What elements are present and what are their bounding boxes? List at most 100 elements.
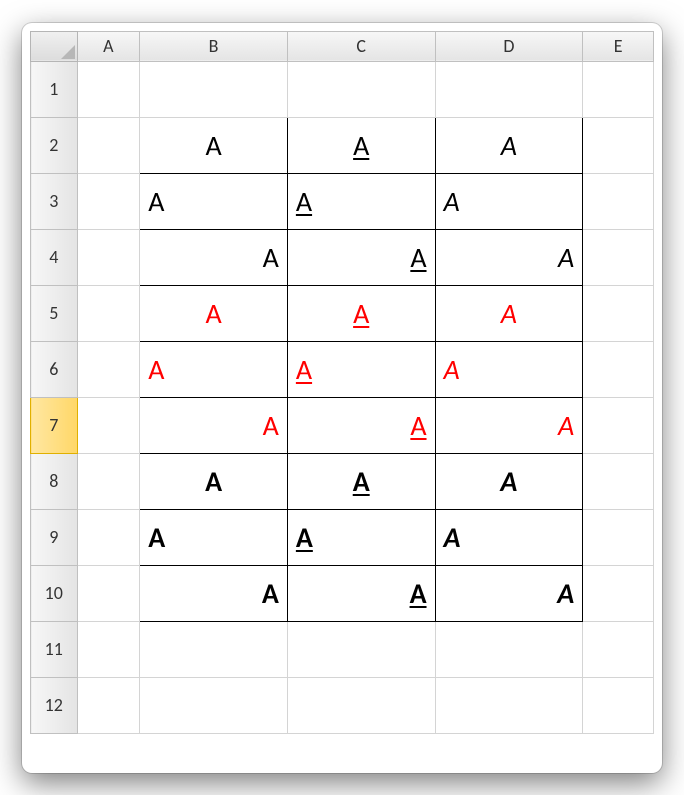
- cell-b6[interactable]: A: [140, 341, 288, 397]
- cell-e4[interactable]: [583, 229, 654, 285]
- cell-b10[interactable]: A: [140, 565, 288, 621]
- cell-value: A: [205, 464, 222, 499]
- cell-value: A: [444, 184, 460, 219]
- cell-value: A: [353, 296, 369, 331]
- cell-d7[interactable]: A: [435, 397, 583, 453]
- cell-value: A: [410, 240, 426, 275]
- cell-e10[interactable]: [583, 565, 654, 621]
- cell-b8[interactable]: A: [140, 453, 288, 509]
- cell-a5[interactable]: [77, 285, 140, 341]
- cell-b3[interactable]: A: [140, 173, 288, 229]
- row-header-1[interactable]: 1: [31, 61, 78, 117]
- cell-a2[interactable]: [77, 117, 140, 173]
- cell-value: A: [148, 184, 164, 219]
- cell-c1[interactable]: [287, 61, 435, 117]
- cell-b11[interactable]: [140, 621, 288, 677]
- cell-e2[interactable]: [583, 117, 654, 173]
- cell-value: A: [148, 352, 164, 387]
- row-header-11[interactable]: 11: [31, 621, 78, 677]
- cell-d12[interactable]: [435, 677, 583, 733]
- cell-value: A: [263, 240, 279, 275]
- cell-e5[interactable]: [583, 285, 654, 341]
- cell-d4[interactable]: A: [435, 229, 583, 285]
- cell-e6[interactable]: [583, 341, 654, 397]
- cell-a8[interactable]: [77, 453, 140, 509]
- cell-c11[interactable]: [287, 621, 435, 677]
- cell-e8[interactable]: [583, 453, 654, 509]
- row-header-10[interactable]: 10: [31, 565, 78, 621]
- cell-c12[interactable]: [287, 677, 435, 733]
- row-header-7[interactable]: 7: [31, 397, 78, 453]
- cell-e12[interactable]: [583, 677, 654, 733]
- cell-e11[interactable]: [583, 621, 654, 677]
- cell-e7[interactable]: [583, 397, 654, 453]
- cell-c2[interactable]: A: [287, 117, 435, 173]
- cell-value: A: [353, 128, 369, 163]
- select-all-triangle-icon: [61, 45, 75, 59]
- cell-d6[interactable]: A: [435, 341, 583, 397]
- cell-d5[interactable]: A: [435, 285, 583, 341]
- cell-d9[interactable]: A: [435, 509, 583, 565]
- cell-value: A: [501, 296, 517, 331]
- cell-a7[interactable]: [77, 397, 140, 453]
- cell-a3[interactable]: [77, 173, 140, 229]
- cell-b12[interactable]: [140, 677, 288, 733]
- col-header-b[interactable]: B: [140, 31, 288, 61]
- cell-b7[interactable]: A: [140, 397, 288, 453]
- cell-c6[interactable]: A: [287, 341, 435, 397]
- cell-value: A: [148, 520, 165, 555]
- row-header-5[interactable]: 5: [31, 285, 78, 341]
- row-header-9[interactable]: 9: [31, 509, 78, 565]
- cell-d8[interactable]: A: [435, 453, 583, 509]
- row-header-4[interactable]: 4: [31, 229, 78, 285]
- cell-c10[interactable]: A: [287, 565, 435, 621]
- col-header-c[interactable]: C: [287, 31, 435, 61]
- cell-c9[interactable]: A: [287, 509, 435, 565]
- cell-value: A: [410, 408, 426, 443]
- cell-a6[interactable]: [77, 341, 140, 397]
- spreadsheet-grid[interactable]: A B C D E 12AAA3AAA4AAA5AAA6AAA7AAA8AAA9…: [30, 31, 654, 765]
- cell-a10[interactable]: [77, 565, 140, 621]
- cell-a1[interactable]: [77, 61, 140, 117]
- cell-c5[interactable]: A: [287, 285, 435, 341]
- row-header-2[interactable]: 2: [31, 117, 78, 173]
- row-header-6[interactable]: 6: [31, 341, 78, 397]
- col-header-a[interactable]: A: [77, 31, 140, 61]
- cell-c3[interactable]: A: [287, 173, 435, 229]
- cell-b4[interactable]: A: [140, 229, 288, 285]
- cell-d11[interactable]: [435, 621, 583, 677]
- cell-c4[interactable]: A: [287, 229, 435, 285]
- cell-d1[interactable]: [435, 61, 583, 117]
- cell-c8[interactable]: A: [287, 453, 435, 509]
- cell-value: A: [296, 520, 313, 555]
- cell-value: A: [262, 576, 279, 611]
- cell-value: A: [296, 184, 312, 219]
- cell-e3[interactable]: [583, 173, 654, 229]
- row-header-3[interactable]: 3: [31, 173, 78, 229]
- cell-e1[interactable]: [583, 61, 654, 117]
- cell-b1[interactable]: [140, 61, 288, 117]
- col-header-e[interactable]: E: [583, 31, 654, 61]
- cell-value: A: [501, 128, 517, 163]
- cell-d3[interactable]: A: [435, 173, 583, 229]
- cell-value: A: [500, 464, 517, 499]
- cell-a12[interactable]: [77, 677, 140, 733]
- cell-b2[interactable]: A: [140, 117, 288, 173]
- cell-d2[interactable]: A: [435, 117, 583, 173]
- cell-d10[interactable]: A: [435, 565, 583, 621]
- cell-value: A: [444, 352, 460, 387]
- cell-value: A: [444, 520, 461, 555]
- row-header-8[interactable]: 8: [31, 453, 78, 509]
- select-all-corner[interactable]: [31, 31, 78, 61]
- cell-e9[interactable]: [583, 509, 654, 565]
- cell-a11[interactable]: [77, 621, 140, 677]
- cell-b5[interactable]: A: [140, 285, 288, 341]
- cell-a4[interactable]: [77, 229, 140, 285]
- cell-a9[interactable]: [77, 509, 140, 565]
- col-header-d[interactable]: D: [435, 31, 583, 61]
- cell-value: A: [263, 408, 279, 443]
- cell-value: A: [558, 240, 574, 275]
- cell-b9[interactable]: A: [140, 509, 288, 565]
- row-header-12[interactable]: 12: [31, 677, 78, 733]
- cell-c7[interactable]: A: [287, 397, 435, 453]
